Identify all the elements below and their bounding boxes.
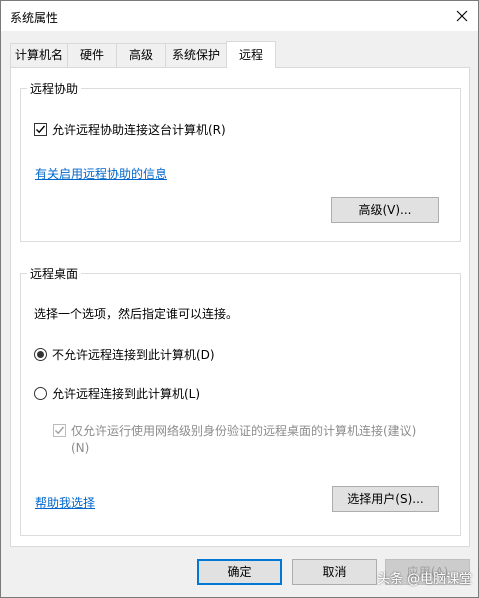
checkmark-icon (55, 426, 65, 435)
help-me-choose-link[interactable]: 帮助我选择 (35, 494, 95, 511)
tab-system-protection[interactable]: 系统保护 (165, 43, 227, 67)
watermark: 头条 @电脑课堂 (377, 572, 473, 587)
nla-label-line1: 仅允许运行使用网络级别身份验证的远程桌面的计算机连接(建议) (71, 424, 417, 438)
nla-label: 仅允许运行使用网络级别身份验证的远程桌面的计算机连接(建议) (N) (71, 423, 416, 457)
radio-button[interactable] (34, 348, 47, 361)
nla-checkbox[interactable]: 仅允许运行使用网络级别身份验证的远程桌面的计算机连接(建议) (N) (53, 423, 416, 457)
allow-remote-assistance-label: 允许远程协助连接这台计算机(R) (52, 123, 226, 137)
ok-button[interactable]: 确定 (197, 559, 282, 585)
tab-computer-name[interactable]: 计算机名 (10, 43, 68, 67)
radio-allow-remote[interactable]: 允许远程连接到此计算机(L) (34, 385, 200, 402)
radio-allow-label: 允许远程连接到此计算机(L) (52, 387, 201, 401)
cancel-button[interactable]: 取消 (292, 559, 377, 585)
close-button[interactable] (446, 1, 478, 31)
remote-assistance-title: 远程协助 (27, 80, 82, 97)
remote-assistance-info-link[interactable]: 有关启用远程协助的信息 (35, 165, 167, 182)
tab-remote[interactable]: 远程 (226, 41, 276, 68)
window-title: 系统属性 (10, 11, 59, 25)
tab-hardware[interactable]: 硬件 (67, 43, 117, 67)
checkmark-icon (36, 125, 46, 134)
close-icon (456, 10, 468, 22)
tab-panel-remote: 远程协助 允许远程协助连接这台计算机(R) 有关启用远程协助的信息 高级(V).… (10, 67, 470, 547)
checkbox-box[interactable] (34, 123, 47, 136)
remote-assistance-group: 远程协助 允许远程协助连接这台计算机(R) 有关启用远程协助的信息 高级(V).… (20, 80, 461, 242)
remote-desktop-group: 远程桌面 选择一个选项，然后指定谁可以连接。 不允许远程连接到此计算机(D) 允… (20, 265, 461, 536)
radio-selected-dot (37, 351, 44, 358)
advanced-button[interactable]: 高级(V)... (331, 197, 439, 223)
remote-desktop-title: 远程桌面 (27, 265, 82, 282)
system-properties-window: 系统属性 计算机名 硬件 高级 系统保护 远程 远程协助 允许远程协助连接这台计… (0, 0, 479, 598)
checkbox-box[interactable] (53, 424, 66, 437)
title-bar: 系统属性 (1, 1, 478, 31)
remote-desktop-instruction: 选择一个选项，然后指定谁可以连接。 (34, 307, 239, 321)
allow-remote-assistance-checkbox[interactable]: 允许远程协助连接这台计算机(R) (34, 121, 226, 138)
select-users-button[interactable]: 选择用户(S)... (332, 486, 439, 512)
tab-advanced[interactable]: 高级 (116, 43, 166, 67)
radio-deny-label: 不允许远程连接到此计算机(D) (52, 348, 215, 362)
nla-label-line2: (N) (71, 441, 90, 455)
radio-deny-remote[interactable]: 不允许远程连接到此计算机(D) (34, 346, 215, 363)
radio-button[interactable] (34, 387, 47, 400)
